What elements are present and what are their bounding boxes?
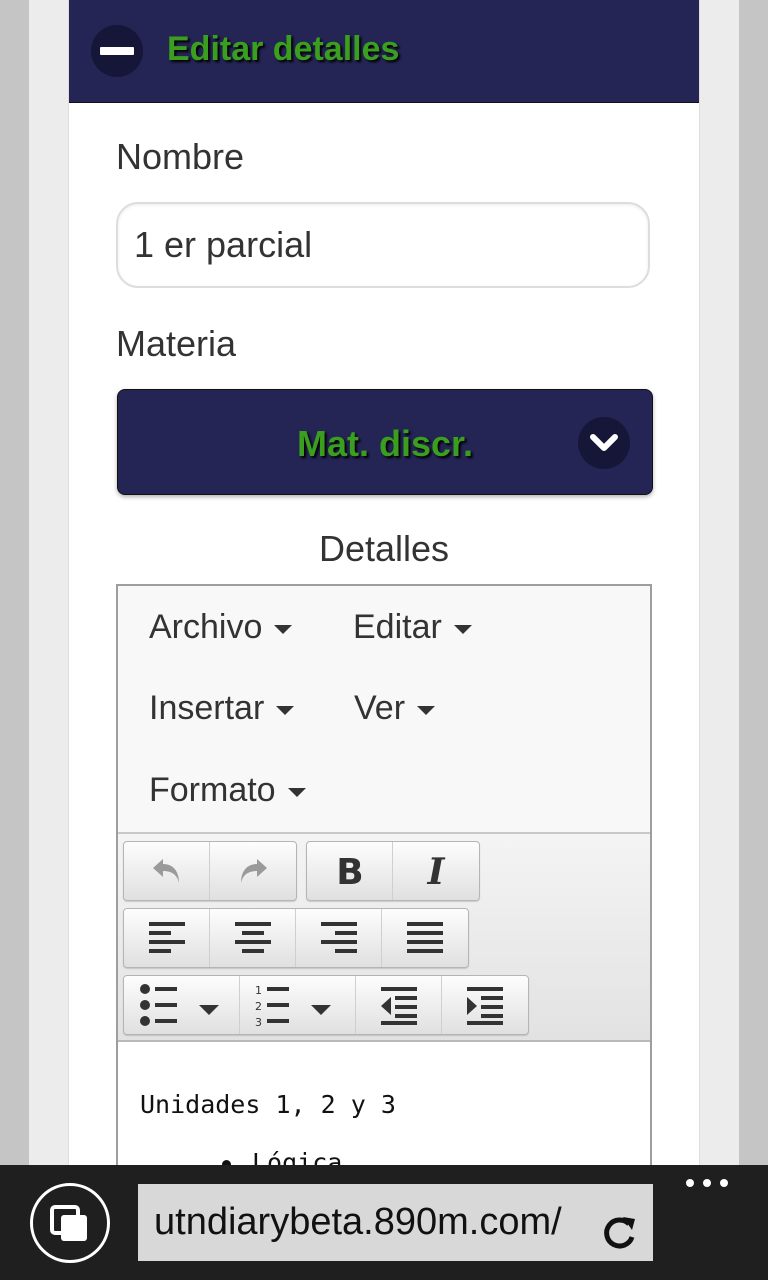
menu-archivo[interactable]: Archivo	[149, 608, 293, 647]
refresh-icon[interactable]	[599, 1203, 639, 1261]
menu-formato[interactable]: Formato	[149, 771, 306, 810]
svg-text:2: 2	[255, 1000, 262, 1013]
format-group: B I	[306, 841, 480, 901]
name-input[interactable]: 1 er parcial	[116, 202, 650, 288]
page-title[interactable]: Editar detalles	[167, 30, 399, 69]
align-left-icon[interactable]	[124, 909, 210, 967]
collapsible-header[interactable]: Editar detalles	[69, 0, 699, 103]
indent-icon[interactable]	[442, 976, 528, 1034]
align-justify-icon[interactable]	[382, 909, 468, 967]
svg-text:B: B	[336, 852, 363, 891]
list-group: 1 2 3	[123, 975, 529, 1035]
align-group	[123, 908, 469, 968]
outdent-icon[interactable]	[356, 976, 442, 1034]
chevron-down-icon	[578, 417, 630, 469]
undo-icon[interactable]	[124, 842, 210, 900]
menu-insertar[interactable]: Insertar	[149, 689, 295, 728]
page-background: Editar detalles Nombre 1 er parcial Mate…	[29, 0, 739, 1184]
subject-select[interactable]: Mat. discr.	[117, 389, 653, 495]
menu-ver[interactable]: Ver	[354, 689, 436, 728]
url-field[interactable]: utndiarybeta.890m.com/	[138, 1184, 653, 1261]
caret-down-icon	[287, 787, 306, 797]
caret-down-icon	[417, 705, 436, 715]
editor-content[interactable]: Unidades 1, 2 y 3 Lógica	[118, 1042, 650, 1182]
editor-toolbar: B I 1 2 3	[118, 834, 650, 1042]
caret-down-icon	[276, 705, 295, 715]
align-right-icon[interactable]	[296, 909, 382, 967]
caret-down-icon	[453, 624, 472, 634]
bold-icon[interactable]: B	[307, 842, 393, 900]
details-label: Detalles	[318, 528, 450, 569]
more-options-icon[interactable]	[686, 1179, 728, 1187]
url-text: utndiarybeta.890m.com/	[154, 1201, 562, 1243]
menu-editar[interactable]: Editar	[353, 608, 472, 647]
content-paragraph: Unidades 1, 2 y 3	[140, 1090, 396, 1119]
rich-text-editor: Archivo Editar Insertar Ver Formato B I …	[116, 584, 652, 1184]
italic-icon[interactable]: I	[393, 842, 479, 900]
collapse-icon[interactable]	[91, 25, 143, 77]
tabs-icon[interactable]	[30, 1183, 110, 1263]
align-center-icon[interactable]	[210, 909, 296, 967]
browser-address-bar: utndiarybeta.890m.com/	[0, 1165, 768, 1280]
svg-text:I: I	[427, 851, 446, 891]
history-group	[123, 841, 297, 901]
caret-down-icon	[274, 624, 293, 634]
editor-menubar: Archivo Editar Insertar Ver Formato	[118, 586, 650, 834]
bullet-list-icon[interactable]	[124, 976, 240, 1034]
svg-text:1: 1	[255, 984, 262, 997]
svg-text:3: 3	[255, 1016, 262, 1027]
numbered-list-icon[interactable]: 1 2 3	[240, 976, 356, 1034]
name-label: Nombre	[116, 136, 245, 177]
collapsible-panel: Editar detalles Nombre 1 er parcial Mate…	[68, 0, 700, 1184]
redo-icon[interactable]	[210, 842, 296, 900]
subject-select-value: Mat. discr.	[296, 423, 474, 464]
subject-label: Materia	[116, 323, 237, 364]
